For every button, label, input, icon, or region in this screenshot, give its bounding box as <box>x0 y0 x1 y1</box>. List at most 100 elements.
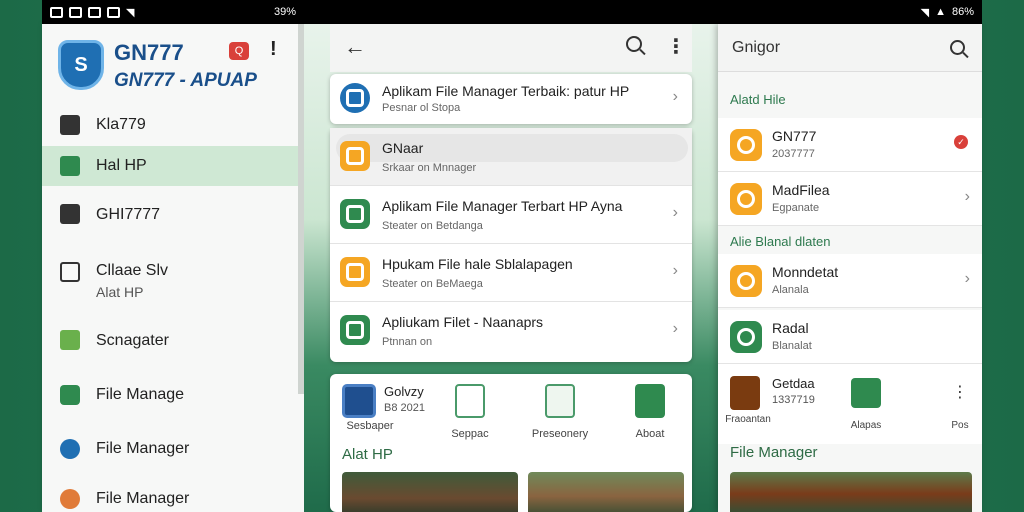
app-icon <box>340 141 370 171</box>
battery-level: 39% <box>273 6 296 18</box>
drawer-item-kla779[interactable]: Kla779 <box>42 110 304 140</box>
drawer-item-label: Kla779 <box>96 116 146 133</box>
item-title: Monndetat <box>772 264 839 280</box>
brand-title: GN777 <box>114 40 184 65</box>
app-icon <box>88 6 101 18</box>
grid-tile-label: Aboat <box>635 428 665 440</box>
drawer-item-label: GHI7777 <box>96 206 161 223</box>
app-icon <box>50 6 63 18</box>
list-item[interactable]: Hpukam File hale Sblalapagen Steater on … <box>330 244 692 302</box>
chevron-right-icon: › <box>964 270 970 287</box>
featured-app-card[interactable]: Aplikam File Manager Terbaik: patur HP P… <box>330 74 692 124</box>
item-title: Aplikam File Manager Terbart HP Ayna <box>382 198 623 214</box>
list-item[interactable]: GNaar Srkaar on Mnnager <box>330 128 692 186</box>
list-item[interactable]: Aplikam File Manager Terbart HP Ayna Ste… <box>330 186 692 244</box>
chevron-right-icon: › <box>672 320 678 337</box>
search-icon[interactable] <box>950 40 965 55</box>
item-subtitle: 2037777 <box>772 148 815 160</box>
notification-badge[interactable]: Q <box>229 42 249 60</box>
item-subtitle: Alanala <box>772 284 809 296</box>
signal-icon: ▲ <box>935 6 946 18</box>
notes-icon <box>545 384 575 418</box>
item-title: Hpukam File hale Sblalapagen <box>382 256 573 272</box>
list-item[interactable]: Apliukam Filet - Naanaprs Ptnnan on › <box>330 302 692 360</box>
grid-tile[interactable]: Preseonery <box>520 384 600 440</box>
camera-icon <box>60 385 80 405</box>
item-title: Radal <box>772 320 809 336</box>
grid-tile-label: Preseonery <box>531 428 589 440</box>
status-bar-right: ◥ ▲ 86% <box>718 0 982 24</box>
item-subtitle: Steater on BeMaega <box>382 278 483 290</box>
drawer-item-file-manager-2[interactable]: File Manager <box>42 486 304 512</box>
drawer-item-scnagater[interactable]: Scnagater <box>42 326 304 356</box>
panel-title: Gnigor <box>732 39 781 56</box>
section-label: Alatd Hile <box>730 92 786 107</box>
grid-tile[interactable]: Sesbaper <box>330 420 410 432</box>
app-icon <box>69 6 82 18</box>
document-icon <box>60 156 80 176</box>
list-item[interactable]: Aplikam File Manager Terbaik: patur HP P… <box>330 74 692 124</box>
drawer-item-hal-hp[interactable]: Hal HP <box>42 146 304 186</box>
more-vert-icon: ⋮ <box>952 384 968 401</box>
grid-tile[interactable]: Aboat <box>610 384 690 440</box>
drawer-item-file-manage[interactable]: File Manage <box>42 380 304 410</box>
grid-tile[interactable]: Alapas <box>836 378 896 431</box>
item-subtitle: Srkaar on Mnnager <box>382 162 477 174</box>
grid-tile[interactable]: Fraoantan <box>718 414 778 425</box>
sheet-icon <box>635 384 665 418</box>
wifi-icon: ◥ <box>126 6 135 19</box>
photo-thumbnail[interactable] <box>528 472 684 512</box>
search-icon[interactable] <box>626 36 642 52</box>
list-item[interactable]: Monndetat Alanala › <box>718 254 982 308</box>
item-subtitle: Ptnnan on <box>382 336 433 348</box>
section-label: Alat HP <box>342 446 393 463</box>
drawer-item-sublabel: Alat HP <box>96 284 144 300</box>
battery-level: 86% <box>951 6 974 18</box>
list-item[interactable]: MadFilea Egpanate › <box>718 172 982 226</box>
section-label: File Manager <box>730 444 818 461</box>
main-panel: ← ⋮ Aplikam File Manager Terbaik: patur … <box>304 24 718 512</box>
app-icon <box>730 129 762 161</box>
gear-icon <box>60 489 80 509</box>
item-subtitle: Blanalat <box>772 340 812 352</box>
drawer-item-ghi7777[interactable]: GHI7777 <box>42 200 304 230</box>
app-icon <box>340 257 370 287</box>
item-title: GN777 <box>772 128 817 144</box>
item-title: MadFilea <box>772 182 830 198</box>
wifi-icon: ◥ <box>920 6 930 19</box>
alert-icon[interactable]: ! <box>270 38 277 61</box>
drawer-item-label: File Manage <box>96 386 185 403</box>
drawer-item-file-manager[interactable]: File Manager <box>42 434 304 464</box>
app-icon <box>340 199 370 229</box>
grid-tile-label: Fraoantan <box>725 414 771 425</box>
book-icon[interactable] <box>730 376 760 410</box>
app-icon <box>730 265 762 297</box>
list-icon <box>60 262 80 282</box>
item-subtitle: Steater on Betdanga <box>382 220 483 232</box>
check-badge-icon: ✓ <box>954 135 968 149</box>
drawer-item-label: File Manager <box>96 490 190 507</box>
grid-tile-label: Seppac <box>451 428 489 440</box>
grid-tile[interactable]: ⋮ Pos <box>930 378 990 431</box>
list-item[interactable]: GN777 2037777 ✓ <box>718 118 982 172</box>
top-app-bar: ← ⋮ <box>330 24 692 72</box>
side-panel: Gnigor Alatd Hile GN777 2037777 ✓ MadFil… <box>718 24 982 512</box>
drawer-item-label: Hal HP <box>96 157 147 174</box>
grid-title: Golvzy <box>384 384 424 399</box>
app-list: GNaar Srkaar on Mnnager Aplikam File Man… <box>330 128 692 362</box>
grid-subtitle: B8 2021 <box>384 402 425 414</box>
drawer-item-label: Scnagater <box>96 332 169 349</box>
more-vert-icon[interactable]: ⋮ <box>666 34 686 59</box>
drawer-item-label: Cllaae Slv <box>96 262 169 279</box>
back-arrow-icon[interactable]: ← <box>344 34 366 60</box>
grid-title: Getdaa <box>772 376 815 391</box>
photo-thumbnail[interactable] <box>730 472 972 512</box>
grid-tile[interactable]: Seppac <box>430 384 510 440</box>
drawer-item-cllaae[interactable]: Cllaae Slv Alat HP <box>42 258 304 304</box>
shield-logo-icon: S <box>58 40 104 90</box>
book-icon[interactable] <box>342 384 376 418</box>
document-icon <box>455 384 485 418</box>
brand-subtitle: GN777 - APUAP <box>114 70 257 91</box>
list-item[interactable]: Radal Blanalat <box>718 310 982 364</box>
photo-thumbnail[interactable] <box>342 472 518 512</box>
